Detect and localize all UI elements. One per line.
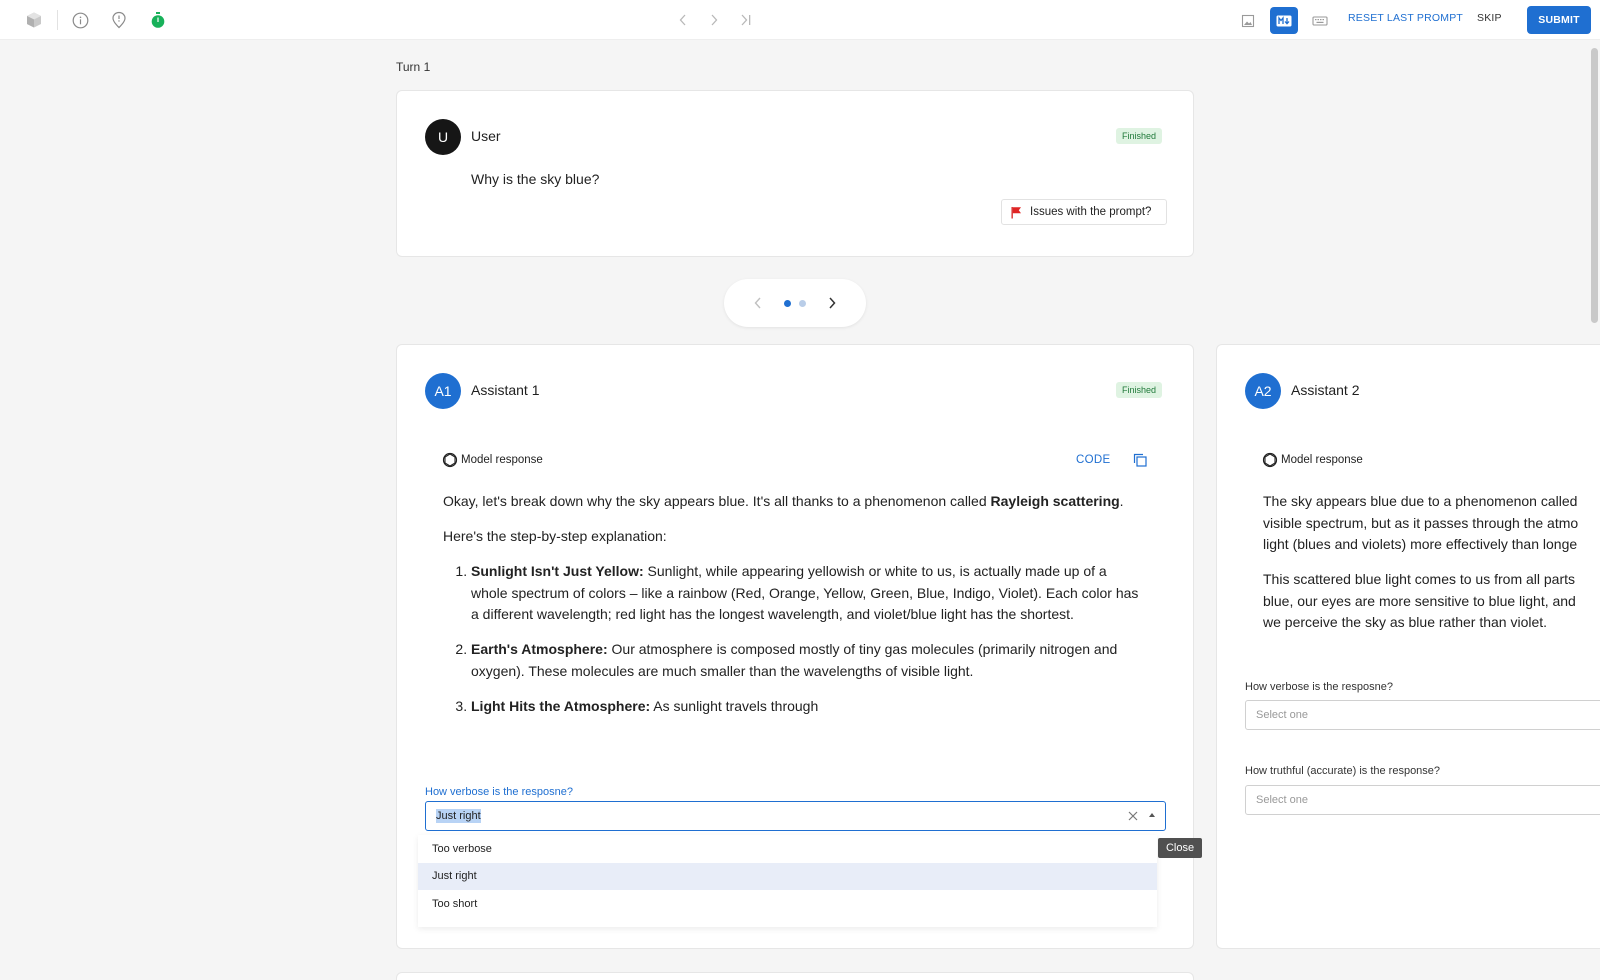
markdown-icon <box>1276 15 1292 26</box>
assistant-1-avatar: A1 <box>425 373 461 409</box>
cube-icon[interactable] <box>24 10 44 30</box>
pager-next-button[interactable] <box>822 293 842 313</box>
timer-icon[interactable] <box>148 10 168 30</box>
response-line: we perceive the sky as blue rather than … <box>1263 614 1548 630</box>
response-step-intro: Here's the step-by-step explanation: <box>443 528 667 544</box>
response-line: light (blues and violets) more effective… <box>1263 536 1578 552</box>
issues-label: Issues with the prompt? <box>1030 206 1152 218</box>
response-steps-list: Sunlight Isn't Just Yellow: Sunlight, wh… <box>443 561 1143 717</box>
response-step: Earth's Atmosphere: Our atmosphere is co… <box>471 639 1143 682</box>
reset-last-prompt-button[interactable]: RESET LAST PROMPT <box>1348 12 1463 24</box>
keyboard-mode-button[interactable] <box>1306 7 1334 34</box>
scrollbar-thumb[interactable] <box>1591 48 1598 323</box>
chevron-right-icon <box>829 297 836 309</box>
response-step: Light Hits the Atmosphere: As sunlight t… <box>471 696 1143 718</box>
assistant-2-avatar: A2 <box>1245 373 1281 409</box>
model-response-header: Model response <box>1262 452 1363 468</box>
response-step: Sunlight Isn't Just Yellow: Sunlight, wh… <box>471 561 1143 626</box>
clear-icon[interactable] <box>1126 809 1140 823</box>
next-turn-button[interactable] <box>704 10 724 30</box>
prev-turn-button[interactable] <box>673 10 693 30</box>
verbose-dropdown-menu: Too verbose Just right Too short <box>418 835 1157 927</box>
assistant-2-name: Assistant 2 <box>1291 382 1360 398</box>
skip-to-end-icon <box>741 14 751 26</box>
pager-dot[interactable] <box>799 300 806 307</box>
pager-dot-active[interactable] <box>784 300 791 307</box>
verbose-select[interactable]: Just right <box>425 801 1166 831</box>
verbose-question-label: How verbose is the resposne? <box>1245 681 1393 693</box>
truthful-select[interactable]: Select one <box>1245 785 1600 815</box>
pager-prev-button[interactable] <box>748 293 768 313</box>
close-tooltip: Close <box>1158 838 1202 858</box>
openai-logo-icon <box>1262 452 1278 468</box>
response-line: blue, our eyes are more sensitive to blu… <box>1263 592 1576 609</box>
chevron-left-icon <box>754 297 761 309</box>
model-response-text: Okay, let's break down why the sky appea… <box>443 491 1143 731</box>
issues-with-prompt-button[interactable]: Issues with the prompt? <box>1001 199 1167 225</box>
dropdown-option[interactable]: Too verbose <box>418 835 1157 863</box>
user-avatar: U <box>425 119 461 155</box>
response-line: This scattered blue light comes to us fr… <box>1263 571 1576 587</box>
caret-up-icon[interactable] <box>1149 813 1155 817</box>
verbose-select[interactable]: Select one <box>1245 700 1600 730</box>
response-pager <box>724 279 866 327</box>
response-line: visible spectrum, but as it passes throu… <box>1263 514 1579 531</box>
model-response-label: Model response <box>1281 454 1363 466</box>
response-intro: Okay, let's break down why the sky appea… <box>443 493 1124 509</box>
dropdown-option[interactable]: Too short <box>418 890 1157 918</box>
truthful-question-label: How truthful (accurate) is the response? <box>1245 765 1441 777</box>
last-turn-button[interactable] <box>736 10 756 30</box>
turn-label: Turn 1 <box>396 60 431 74</box>
user-prompt-card: U User Finished Why is the sky blue? Iss… <box>396 90 1194 257</box>
openai-logo-icon <box>442 452 458 468</box>
submit-button[interactable]: SUBMIT <box>1527 6 1591 34</box>
location-pin-icon[interactable] <box>109 10 129 30</box>
flag-icon <box>1011 206 1021 218</box>
status-badge: Finished <box>1116 382 1163 398</box>
image-mode-button[interactable] <box>1234 7 1262 34</box>
chevron-left-icon <box>679 14 686 26</box>
image-icon <box>1241 14 1255 27</box>
model-response-label: Model response <box>461 454 543 466</box>
model-response-header: Model response <box>442 452 543 468</box>
user-name: User <box>471 128 501 144</box>
model-response-text: The sky appears blue due to a phenomenon… <box>1263 491 1600 634</box>
code-button[interactable]: CODE <box>1076 454 1110 466</box>
skip-button[interactable]: SKIP <box>1477 12 1502 24</box>
assistant-1-name: Assistant 1 <box>471 382 540 398</box>
chevron-right-icon <box>711 14 718 26</box>
verbose-question-label: How verbose is the resposne? <box>425 786 573 798</box>
prompt-text: Why is the sky blue? <box>471 171 600 187</box>
copy-button[interactable] <box>1132 452 1148 468</box>
status-badge: Finished <box>1116 128 1163 144</box>
verbose-selected-value: Just right <box>436 809 481 823</box>
info-icon[interactable] <box>70 10 90 30</box>
markdown-mode-button[interactable] <box>1270 7 1298 34</box>
dropdown-option-selected[interactable]: Just right <box>418 862 1157 890</box>
top-toolbar: RESET LAST PROMPT SKIP SUBMIT <box>0 0 1600 40</box>
toolbar-divider <box>57 10 58 30</box>
assistant-2-card: A2 Assistant 2 Model response The sky ap… <box>1216 344 1600 949</box>
assistant-1-card: A1 Assistant 1 Finished Model response C… <box>396 344 1194 949</box>
response-line: The sky appears blue due to a phenomenon… <box>1263 493 1578 509</box>
next-turn-card <box>396 972 1194 980</box>
copy-icon <box>1133 453 1147 467</box>
keyboard-icon <box>1312 15 1328 26</box>
